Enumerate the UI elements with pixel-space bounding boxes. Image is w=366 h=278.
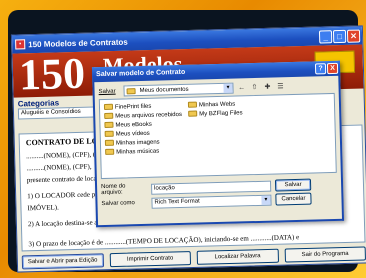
minimize-button[interactable]: _	[318, 29, 333, 44]
folder-icon	[104, 131, 114, 138]
folder-column-2: Minhas Webs My BZFlag Files	[187, 100, 243, 119]
folder-icon	[104, 113, 114, 120]
file-list[interactable]: FinePrint files Meus arquivos recebidos …	[98, 92, 337, 180]
dialog-fields: Nome do arquivo: locação Salvar Salvar c…	[97, 173, 342, 211]
window-controls: _ □ ✕	[318, 29, 362, 44]
help-button[interactable]: ?	[314, 63, 327, 75]
maximize-button[interactable]: □	[332, 29, 347, 43]
view-menu-icon[interactable]: ☰	[275, 82, 285, 92]
dialog-controls: ? X	[314, 62, 340, 75]
clause-3: 3) O prazo de locação é de ............(…	[28, 233, 300, 249]
new-folder-icon[interactable]: ✚	[262, 82, 272, 92]
folder-icon	[104, 122, 114, 129]
dialog-title: Salvar modelo de Contrato	[96, 68, 186, 79]
filetype-label: Salvar como	[101, 200, 135, 208]
app-icon: ▪	[15, 39, 26, 50]
save-in-value: Meus documentos	[139, 86, 189, 94]
folder-icon	[126, 87, 136, 94]
folder-icon	[103, 104, 114, 111]
up-folder-icon[interactable]: ⇧	[249, 82, 259, 92]
cancel-button[interactable]: Cancelar	[275, 192, 312, 206]
save-in-label: Salvar	[98, 88, 116, 95]
save-dialog: Salvar modelo de Contrato ? X Salvar Meu…	[91, 60, 345, 228]
folder-item[interactable]: Minhas músicas	[105, 147, 183, 158]
folder-icon	[188, 110, 198, 118]
exit-program-button[interactable]: Sair do Programa	[284, 246, 366, 263]
chevron-down-icon: ▼	[261, 195, 271, 205]
filetype-select[interactable]: Rich Text Format ▼	[151, 194, 272, 209]
window-title: 150 Modelos de Contratos	[28, 37, 128, 49]
find-word-button[interactable]: Localizar Palavra	[196, 248, 279, 265]
back-icon[interactable]: ←	[236, 83, 246, 93]
print-contract-button[interactable]: Imprimir Contrato	[109, 251, 192, 268]
close-button[interactable]: ✕	[346, 29, 361, 43]
folder-column-1: FinePrint files Meus arquivos recebidos …	[103, 102, 183, 158]
filetype-value: Rich Text Format	[154, 197, 200, 206]
folder-icon	[104, 140, 115, 147]
save-button[interactable]: Salvar	[274, 178, 312, 192]
folder-icon	[105, 149, 115, 156]
folder-icon	[187, 101, 198, 109]
save-open-edit-button[interactable]: Salvar e Abrir para Edição	[21, 253, 104, 270]
dialog-close-button[interactable]: X	[326, 62, 339, 75]
save-in-combo[interactable]: Meus documentos ▼	[123, 82, 234, 97]
banner-number: 150	[18, 48, 86, 100]
chevron-down-icon: ▼	[223, 83, 233, 93]
filename-label: Nome do arquivo:	[101, 183, 126, 197]
folder-item[interactable]: My BZFlag Files	[188, 109, 243, 119]
